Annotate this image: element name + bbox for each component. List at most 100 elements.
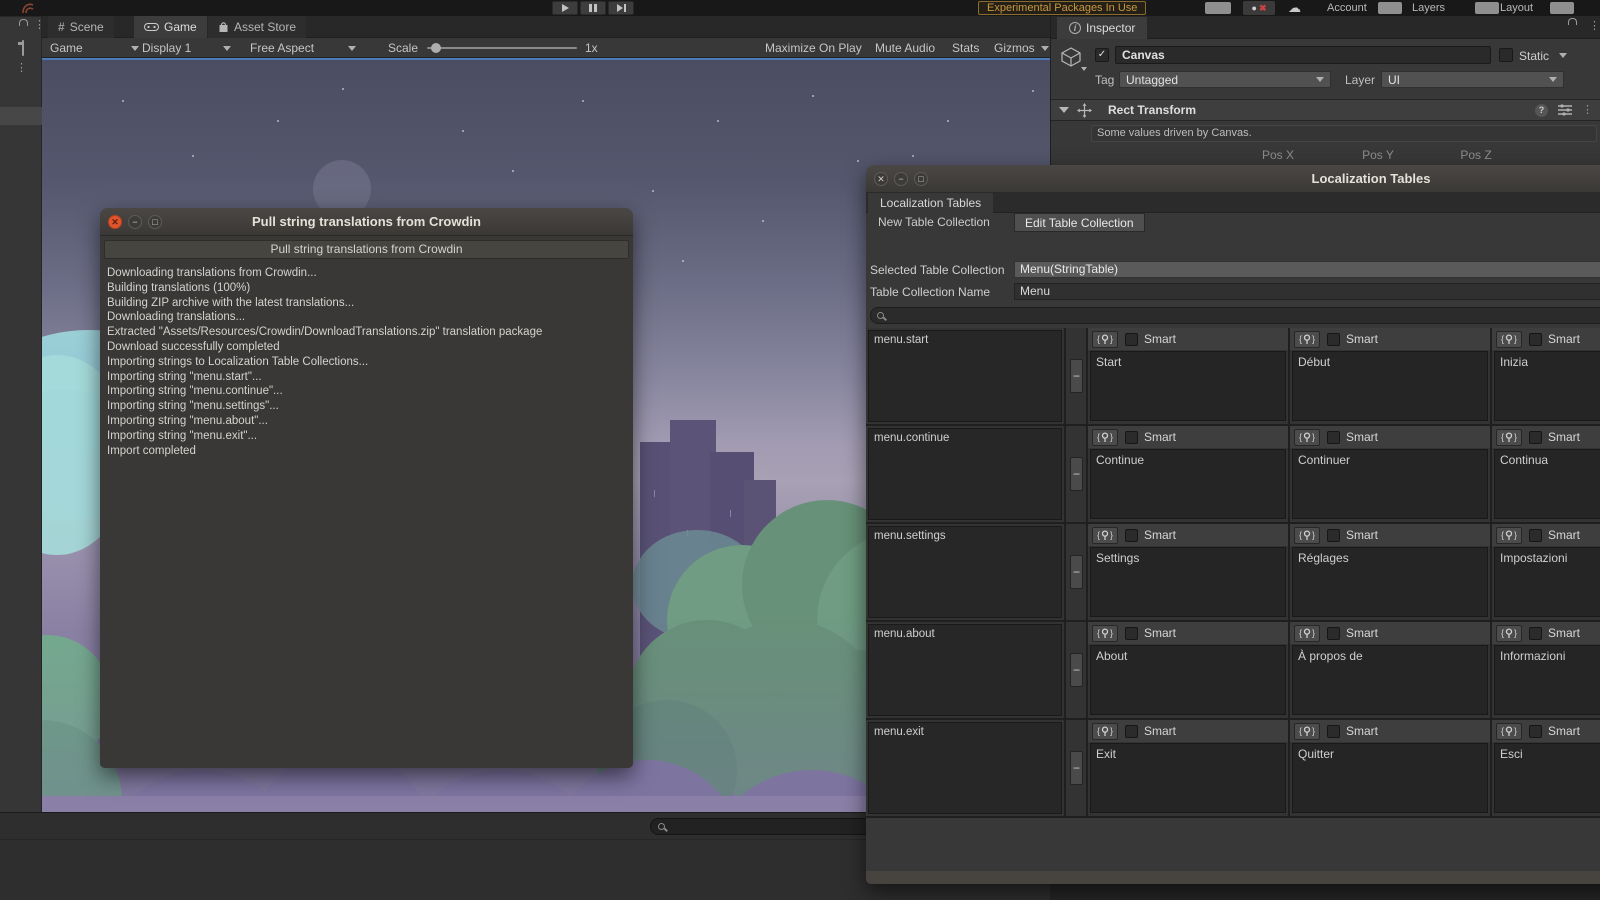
- tab-game[interactable]: Game: [134, 16, 207, 38]
- presets-icon[interactable]: [1558, 104, 1572, 116]
- close-button[interactable]: ✕: [874, 172, 888, 186]
- slider-knob[interactable]: [431, 43, 441, 53]
- translation-cell[interactable]: {} Smart À propos de: [1290, 622, 1492, 718]
- smart-checkbox[interactable]: [1529, 724, 1542, 738]
- translation-text-field[interactable]: Inizia: [1494, 351, 1600, 421]
- close-button[interactable]: ✕: [108, 215, 122, 229]
- tag-dropdown[interactable]: Untagged: [1119, 71, 1331, 88]
- gizmos-dropdown[interactable]: Gizmos: [994, 38, 1049, 58]
- step-button[interactable]: [608, 1, 634, 15]
- selected-table-collection-field[interactable]: Menu(StringTable): [1014, 261, 1600, 278]
- display-dropdown[interactable]: Display 1: [142, 38, 232, 58]
- smart-checkbox[interactable]: [1125, 332, 1138, 346]
- smart-checkbox[interactable]: [1327, 528, 1340, 542]
- remove-entry-button[interactable]: −: [1070, 457, 1083, 491]
- stats-toggle[interactable]: Stats: [952, 38, 979, 58]
- smart-checkbox[interactable]: [1529, 332, 1542, 346]
- key-cell[interactable]: menu.start: [866, 328, 1066, 424]
- layout-dropdown-label[interactable]: Layout: [1500, 2, 1533, 14]
- pull-translations-button[interactable]: Pull string translations from Crowdin: [104, 240, 629, 259]
- key-cell-text[interactable]: menu.continue: [868, 428, 1062, 520]
- experimental-packages-warning[interactable]: Experimental Packages In Use: [978, 1, 1147, 15]
- metadata-button[interactable]: {}: [1294, 624, 1320, 642]
- tab-asset-store[interactable]: Asset Store: [208, 16, 307, 38]
- translation-text-field[interactable]: Exit: [1090, 743, 1286, 813]
- remove-entry-button[interactable]: −: [1070, 359, 1083, 393]
- localization-titlebar[interactable]: ✕ − □ Localization Tables: [866, 165, 1600, 193]
- key-cell-text[interactable]: menu.settings: [868, 526, 1062, 618]
- key-cell-text[interactable]: menu.start: [868, 330, 1062, 422]
- metadata-button[interactable]: {}: [1092, 428, 1118, 446]
- translation-text-field[interactable]: Informazioni: [1494, 645, 1600, 715]
- tab-localization-tables[interactable]: Localization Tables: [868, 193, 994, 213]
- key-cell[interactable]: menu.continue: [866, 426, 1066, 522]
- translation-cell[interactable]: {} Smart Continue: [1088, 426, 1290, 522]
- translation-text-field[interactable]: Esci: [1494, 743, 1600, 813]
- translation-cell[interactable]: {} Smart Informazioni: [1492, 622, 1600, 718]
- metadata-button[interactable]: {}: [1496, 428, 1522, 446]
- cloud-services-icon[interactable]: ☁: [1288, 0, 1301, 16]
- translation-cell[interactable]: {} Smart Start: [1088, 328, 1290, 424]
- translation-text-field[interactable]: Continua: [1494, 449, 1600, 519]
- smart-checkbox[interactable]: [1529, 626, 1542, 640]
- remove-entry-button[interactable]: −: [1070, 751, 1083, 785]
- smart-checkbox[interactable]: [1529, 430, 1542, 444]
- translation-cell[interactable]: {} Smart Réglages: [1290, 524, 1492, 620]
- translation-cell[interactable]: {} Smart Settings: [1088, 524, 1290, 620]
- static-dropdown-arrow[interactable]: [1559, 53, 1567, 58]
- edit-table-collection-button[interactable]: Edit Table Collection: [1014, 213, 1145, 232]
- key-cell[interactable]: menu.about: [866, 622, 1066, 718]
- translation-text-field[interactable]: Quitter: [1292, 743, 1488, 813]
- crowdin-titlebar[interactable]: ✕ − □ Pull string translations from Crow…: [100, 208, 633, 236]
- tab-scene[interactable]: # Scene: [48, 16, 114, 38]
- smart-checkbox[interactable]: [1327, 626, 1340, 640]
- metadata-button[interactable]: {}: [1294, 330, 1320, 348]
- help-icon[interactable]: ?: [1535, 103, 1548, 117]
- preview-packages-button[interactable]: [1205, 2, 1231, 14]
- account-dropdown-button[interactable]: [1378, 2, 1402, 14]
- key-cell-text[interactable]: menu.exit: [868, 722, 1062, 814]
- maximize-on-play-toggle[interactable]: Maximize On Play: [765, 38, 862, 58]
- object-name-field[interactable]: Canvas: [1115, 46, 1491, 64]
- play-button[interactable]: [552, 1, 578, 15]
- collab-button[interactable]: ● ✖: [1243, 1, 1275, 15]
- metadata-button[interactable]: {}: [1092, 722, 1118, 740]
- key-cell[interactable]: menu.exit: [866, 720, 1066, 816]
- translation-cell[interactable]: {} Smart Continua: [1492, 426, 1600, 522]
- smart-checkbox[interactable]: [1529, 528, 1542, 542]
- translation-text-field[interactable]: Continuer: [1292, 449, 1488, 519]
- remove-entry-button[interactable]: −: [1070, 555, 1083, 589]
- translation-cell[interactable]: {} Smart Inizia: [1492, 328, 1600, 424]
- scale-slider[interactable]: [427, 38, 577, 58]
- translation-cell[interactable]: {} Smart Impostazioni: [1492, 524, 1600, 620]
- translation-cell[interactable]: {} Smart About: [1088, 622, 1290, 718]
- static-checkbox[interactable]: [1499, 48, 1513, 62]
- table-search-input[interactable]: [884, 309, 1554, 322]
- metadata-button[interactable]: {}: [1092, 624, 1118, 642]
- translation-text-field[interactable]: Réglages: [1292, 547, 1488, 617]
- key-cell-text[interactable]: menu.about: [868, 624, 1062, 716]
- icon-dropdown-arrow[interactable]: [1081, 67, 1087, 71]
- metadata-button[interactable]: {}: [1294, 428, 1320, 446]
- translation-text-field[interactable]: Continue: [1090, 449, 1286, 519]
- translation-text-field[interactable]: Impostazioni: [1494, 547, 1600, 617]
- translation-text-field[interactable]: About: [1090, 645, 1286, 715]
- minimize-button[interactable]: −: [128, 215, 142, 229]
- translation-cell[interactable]: {} Smart Exit: [1088, 720, 1290, 816]
- layers-dropdown-label[interactable]: Layers: [1412, 2, 1445, 14]
- smart-checkbox[interactable]: [1125, 724, 1138, 738]
- metadata-button[interactable]: {}: [1294, 526, 1320, 544]
- translation-cell[interactable]: {} Smart Esci: [1492, 720, 1600, 816]
- float-window-icon[interactable]: [22, 40, 24, 56]
- mute-audio-toggle[interactable]: Mute Audio: [875, 38, 935, 58]
- smart-checkbox[interactable]: [1327, 724, 1340, 738]
- metadata-button[interactable]: {}: [1092, 526, 1118, 544]
- metadata-button[interactable]: {}: [1092, 330, 1118, 348]
- active-checkbox[interactable]: ✓: [1095, 48, 1109, 62]
- component-kebab-icon[interactable]: ⋮: [1582, 105, 1593, 116]
- translation-cell[interactable]: {} Smart Début: [1290, 328, 1492, 424]
- account-dropdown-label[interactable]: Account: [1327, 2, 1367, 14]
- translation-text-field[interactable]: Start: [1090, 351, 1286, 421]
- remove-entry-button[interactable]: −: [1070, 653, 1083, 687]
- smart-checkbox[interactable]: [1125, 430, 1138, 444]
